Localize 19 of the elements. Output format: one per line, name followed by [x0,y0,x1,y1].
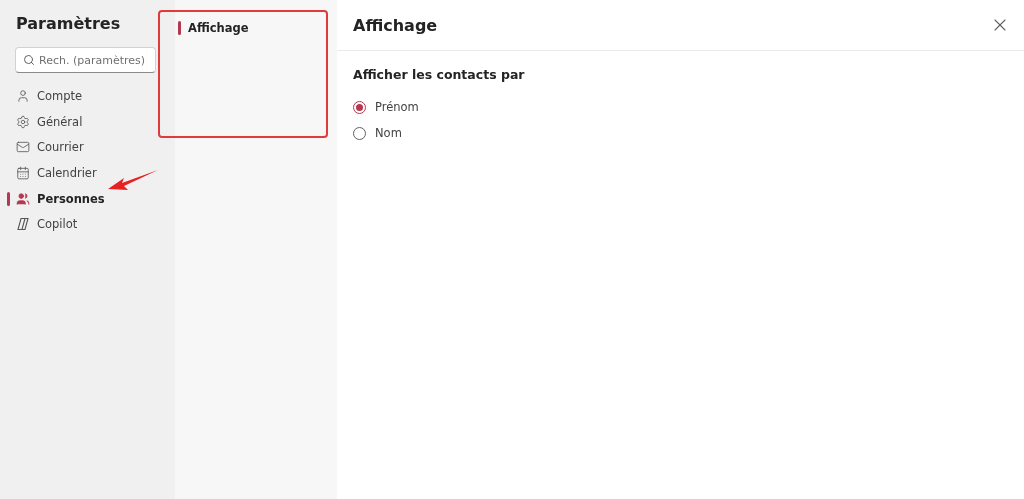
settings-icon [16,114,30,129]
sidebar-item[interactable]: Courrier [0,134,175,161]
sidebar-item[interactable]: Copilot [0,211,175,238]
radio-option[interactable]: Nom [353,120,1008,146]
sidebar-item[interactable]: Calendrier [0,160,175,186]
subnav-item[interactable]: Affichage [175,18,337,38]
people-icon [16,191,30,206]
sidebar-item[interactable]: Personnes [0,185,175,212]
settings-title: Paramètres [16,14,122,33]
sidebar-item[interactable]: Compte [0,83,175,109]
search-field[interactable]: Rech. (paramètres) [15,47,156,73]
radio-option[interactable]: Prénom [353,94,1008,120]
section-heading: Afficher les contacts par [353,67,526,82]
sidebar-item[interactable]: Général [0,108,175,135]
panel-title: Affichage [353,15,438,35]
mail-icon [16,140,30,155]
person-icon [16,88,30,103]
search-icon [23,54,35,66]
calendar-icon [16,165,30,180]
